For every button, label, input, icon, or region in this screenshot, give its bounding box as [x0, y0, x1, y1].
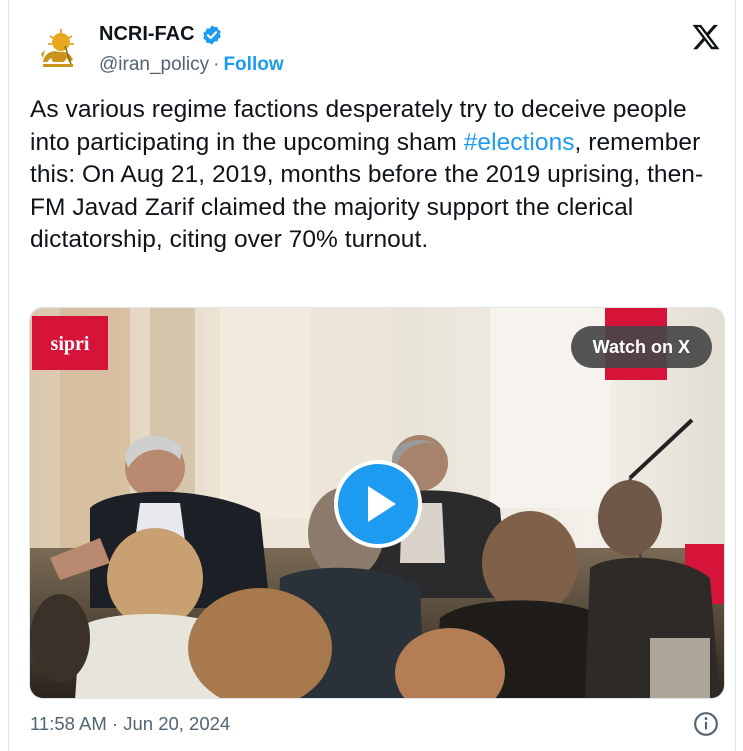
x-logo-icon[interactable] [691, 22, 721, 52]
info-icon[interactable] [693, 711, 719, 737]
tweet-timestamp[interactable]: 11:58 AM · Jun 20, 2024 [30, 713, 230, 735]
separator: · [213, 54, 220, 75]
play-icon [368, 486, 396, 522]
play-button[interactable] [334, 460, 422, 548]
tweet-text: As various regime factions desperately t… [30, 94, 730, 257]
author-name-row: NCRI-FAC [99, 23, 223, 46]
watch-on-x-button[interactable]: Watch on X [570, 326, 712, 368]
video-player[interactable]: sipri Watch on X [29, 307, 725, 699]
author-avatar[interactable] [31, 24, 85, 78]
author-handle[interactable]: @iran_policy [99, 54, 209, 76]
verified-badge-icon [202, 24, 221, 45]
lion-and-sun-logo [31, 24, 85, 78]
hashtag-link[interactable]: #elections [464, 129, 575, 156]
tweet-card: NCRI-FAC @iran_policy · Follow As variou… [8, 0, 736, 751]
sipri-banner-left: sipri [51, 333, 90, 355]
follow-button[interactable]: Follow [223, 54, 283, 76]
author-handle-row: @iran_policy · Follow [99, 54, 284, 76]
author-display-name[interactable]: NCRI-FAC [99, 23, 195, 46]
